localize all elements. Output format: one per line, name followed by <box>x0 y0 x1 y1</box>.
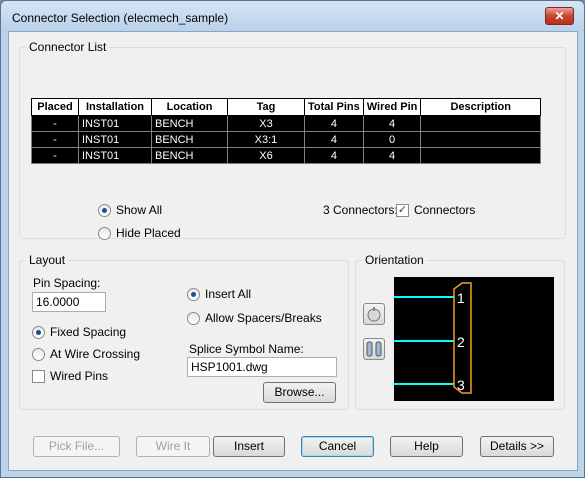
cell-description <box>420 115 541 132</box>
wired-pins-checkbox[interactable]: Wired Pins <box>32 369 108 383</box>
cell-total-pins: 4 <box>304 115 364 132</box>
show-all-label: Show All <box>116 203 163 217</box>
rotate-button[interactable] <box>363 303 385 325</box>
column-header-placed[interactable]: Placed <box>31 98 79 116</box>
show-all-radio-dot[interactable] <box>98 203 111 217</box>
allow-spacers-radio[interactable]: Allow Spacers/Breaks <box>187 311 322 325</box>
connectors-checkbox-label: Connectors <box>414 203 476 217</box>
connector-selection-dialog: Connector Selection (elecmech_sample) ✕ … <box>0 0 585 478</box>
connector-table[interactable]: Placed Installation Location Tag Total P… <box>31 98 541 164</box>
hide-placed-label: Hide Placed <box>116 226 181 240</box>
cell-tag: X3 <box>227 115 305 132</box>
column-header-location[interactable]: Location <box>151 98 228 116</box>
layout-group-label: Layout <box>26 253 69 267</box>
allow-spacers-radio-dot[interactable] <box>187 311 200 325</box>
cell-placed: - <box>31 131 79 148</box>
allow-spacers-label: Allow Spacers/Breaks <box>205 311 322 325</box>
cell-description <box>420 131 541 148</box>
cell-installation: INST01 <box>78 147 152 164</box>
wire-it-button[interactable]: Wire It <box>136 436 210 457</box>
cell-location: BENCH <box>151 147 228 164</box>
insert-all-radio-dot[interactable] <box>187 287 200 301</box>
close-button[interactable]: ✕ <box>545 7 574 25</box>
wired-pins-label: Wired Pins <box>50 369 109 383</box>
cell-total-pins: 4 <box>304 131 364 148</box>
cell-placed: - <box>31 115 79 132</box>
cell-tag: X3:1 <box>227 131 305 148</box>
table-row[interactable]: - INST01 BENCH X3 4 4 <box>31 115 541 132</box>
cell-wired-pin: 4 <box>362 115 422 132</box>
cell-location: BENCH <box>151 131 228 148</box>
insert-all-label: Insert All <box>205 287 252 301</box>
pin-label-2: 2 <box>457 334 465 350</box>
title-bar: Connector Selection (elecmech_sample) ✕ <box>1 1 584 31</box>
cell-total-pins: 4 <box>304 147 364 164</box>
fixed-spacing-radio-dot[interactable] <box>32 325 45 339</box>
cell-location: BENCH <box>151 115 228 132</box>
pick-file-button[interactable]: Pick File... <box>33 436 120 457</box>
pin-spacing-input[interactable]: 16.0000 <box>32 292 106 312</box>
show-all-radio[interactable]: Show All <box>98 203 162 217</box>
dialog-body: Connector List Placed Installation Locat… <box>8 31 578 471</box>
wired-pins-checkbox-box[interactable] <box>32 369 45 383</box>
connector-list-group-label: Connector List <box>26 40 110 54</box>
column-header-wired-pin[interactable]: Wired Pin <box>362 98 422 116</box>
connector-list-group: Connector List Placed Installation Locat… <box>19 40 566 240</box>
column-header-description[interactable]: Description <box>420 98 541 116</box>
flip-icon <box>366 341 382 357</box>
table-row[interactable]: - INST01 BENCH X3:1 4 0 <box>31 131 541 148</box>
splice-symbol-input[interactable]: HSP1001.dwg <box>187 357 337 377</box>
cell-wired-pin: 0 <box>362 131 422 148</box>
at-wire-crossing-radio[interactable]: At Wire Crossing <box>32 347 140 361</box>
browse-button[interactable]: Browse... <box>263 382 336 403</box>
orientation-preview: 1 2 3 <box>394 277 554 401</box>
window-title: Connector Selection (elecmech_sample) <box>12 11 229 25</box>
cell-installation: INST01 <box>78 131 152 148</box>
connectors-checkbox-box[interactable]: ✓ <box>396 203 409 217</box>
layout-group: Layout Pin Spacing: 16.0000 Fixed Spacin… <box>19 253 349 410</box>
at-wire-crossing-label: At Wire Crossing <box>50 347 141 361</box>
fixed-spacing-radio[interactable]: Fixed Spacing <box>32 325 126 339</box>
insert-all-radio[interactable]: Insert All <box>187 287 251 301</box>
cell-installation: INST01 <box>78 115 152 132</box>
pin-spacing-label: Pin Spacing: <box>33 276 101 290</box>
rotate-icon <box>367 307 381 322</box>
orientation-group-label: Orientation <box>362 253 427 267</box>
fixed-spacing-label: Fixed Spacing <box>50 325 127 339</box>
insert-button[interactable]: Insert <box>213 436 285 457</box>
connector-count-label: 3 Connectors: <box>323 203 398 217</box>
column-header-installation[interactable]: Installation <box>78 98 152 116</box>
at-wire-crossing-radio-dot[interactable] <box>32 347 45 361</box>
table-row[interactable]: - INST01 BENCH X6 4 4 <box>31 147 541 164</box>
cell-description <box>420 147 541 164</box>
cell-wired-pin: 4 <box>362 147 422 164</box>
connectors-checkbox[interactable]: ✓ Connectors <box>396 203 475 217</box>
pin-label-3: 3 <box>457 377 465 393</box>
column-header-tag[interactable]: Tag <box>227 98 305 116</box>
help-button[interactable]: Help <box>390 436 463 457</box>
hide-placed-radio-dot[interactable] <box>98 226 111 240</box>
splice-symbol-label: Splice Symbol Name: <box>189 342 304 356</box>
details-button[interactable]: Details >> <box>480 436 554 457</box>
cancel-button[interactable]: Cancel <box>301 436 374 457</box>
column-header-total-pins[interactable]: Total Pins <box>304 98 364 116</box>
orientation-group: Orientation 1 2 3 <box>355 253 565 410</box>
flip-button[interactable] <box>363 338 385 360</box>
pin-label-1: 1 <box>457 290 465 306</box>
connector-table-header: Placed Installation Location Tag Total P… <box>31 98 541 116</box>
cell-placed: - <box>31 147 79 164</box>
connector-preview-graphic: 1 2 3 <box>394 282 472 394</box>
cell-tag: X6 <box>227 147 305 164</box>
hide-placed-radio[interactable]: Hide Placed <box>98 226 181 240</box>
